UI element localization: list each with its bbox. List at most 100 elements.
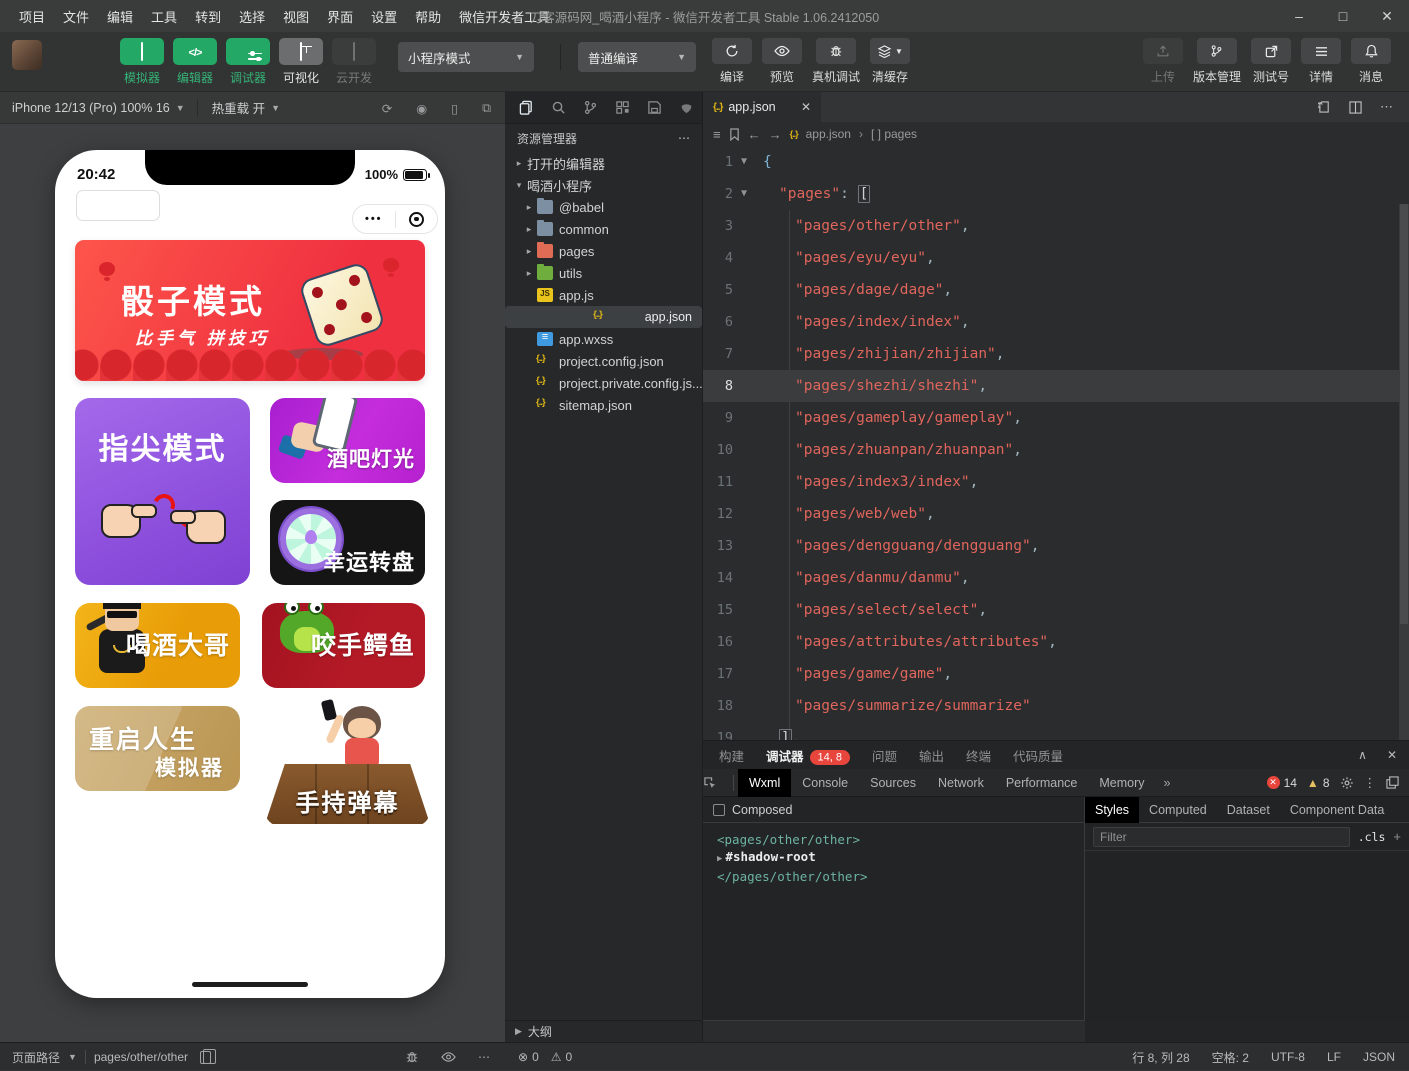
- menu-item-9[interactable]: 帮助: [406, 7, 450, 26]
- menu-item-7[interactable]: 界面: [318, 7, 362, 26]
- code-line-17[interactable]: 17 "pages/game/game",: [703, 658, 1409, 690]
- extensions-icon[interactable]: [606, 92, 638, 124]
- add-rule-icon[interactable]: +: [1393, 829, 1401, 844]
- capsule-menu[interactable]: •••: [352, 204, 438, 234]
- cursor-position[interactable]: 行 8, 列 28: [1132, 1049, 1189, 1066]
- avatar[interactable]: [12, 40, 42, 70]
- close-icon[interactable]: ✕: [1387, 748, 1397, 762]
- devtools-tab-Sources[interactable]: Sources: [859, 769, 927, 797]
- code-line-9[interactable]: 9 "pages/gameplay/gameplay",: [703, 402, 1409, 434]
- menu-item-6[interactable]: 视图: [274, 7, 318, 26]
- code-line-7[interactable]: 7 "pages/zhijian/zhijian",: [703, 338, 1409, 370]
- toggle-模拟器[interactable]: 模拟器: [120, 38, 164, 86]
- code-line-5[interactable]: 5 "pages/dage/dage",: [703, 274, 1409, 306]
- code-line-18[interactable]: 18 "pages/summarize/summarize": [703, 690, 1409, 722]
- bug-icon[interactable]: [405, 1050, 419, 1064]
- hot-reload-toggle[interactable]: 热重载 开▼: [198, 98, 294, 117]
- wxml-close-tag[interactable]: </pages/other/other>: [717, 868, 1084, 885]
- code-line-6[interactable]: 6 "pages/index/index",: [703, 306, 1409, 338]
- outline-section[interactable]: ▶ 大纲: [505, 1020, 702, 1042]
- toggle-可视化[interactable]: 可视化: [279, 38, 323, 86]
- encoding[interactable]: UTF-8: [1271, 1050, 1305, 1064]
- wxml-tree[interactable]: <pages/other/other> ▶#shadow-root </page…: [703, 823, 1084, 885]
- devtools-tab-Memory[interactable]: Memory: [1088, 769, 1155, 797]
- tree-item-打开的编辑器[interactable]: ▸ 打开的编辑器: [505, 152, 702, 174]
- minimize-button[interactable]: –: [1277, 0, 1321, 32]
- back-icon[interactable]: ←: [748, 127, 761, 142]
- debugger-tab-输出[interactable]: 输出: [919, 746, 944, 765]
- close-button[interactable]: ✕: [1365, 0, 1409, 32]
- tree-item-app.json[interactable]: app.json: [505, 306, 702, 328]
- tree-item-project.config.json[interactable]: project.config.json: [505, 350, 702, 372]
- tile-fingertip-mode[interactable]: 指尖模式: [75, 398, 250, 585]
- eye-icon[interactable]: [441, 1051, 456, 1063]
- code-line-14[interactable]: 14 "pages/danmu/danmu",: [703, 562, 1409, 594]
- close-circle-icon[interactable]: [396, 212, 438, 227]
- wxml-open-tag[interactable]: <pages/other/other>: [717, 831, 1084, 848]
- styles-tab-Dataset[interactable]: Dataset: [1217, 797, 1280, 823]
- device-select[interactable]: iPhone 12/13 (Pro) 100% 16▼: [0, 101, 197, 115]
- split-editor-icon[interactable]: [1349, 101, 1362, 114]
- code-line-12[interactable]: 12 "pages/web/web",: [703, 498, 1409, 530]
- save-icon[interactable]: [638, 92, 670, 124]
- action-真机调试[interactable]: 真机调试: [812, 38, 860, 85]
- more-icon[interactable]: ⋯: [1380, 99, 1393, 115]
- more-dots-icon[interactable]: •••: [353, 213, 395, 225]
- bookmark-icon[interactable]: [729, 128, 740, 141]
- debugger-tab-问题[interactable]: 问题: [872, 746, 897, 765]
- action-消息[interactable]: 消息: [1351, 38, 1391, 85]
- code-line-16[interactable]: 16 "pages/attributes/attributes",: [703, 626, 1409, 658]
- action-编译[interactable]: 编译: [712, 38, 752, 85]
- code-line-15[interactable]: 15 "pages/select/select",: [703, 594, 1409, 626]
- multi-window-icon[interactable]: ⧉: [482, 101, 491, 116]
- tile-drinking-boss[interactable]: 喝酒大哥: [75, 603, 240, 688]
- breadcrumb-file[interactable]: app.json: [806, 127, 851, 141]
- fold-icon[interactable]: ▼: [733, 146, 755, 178]
- tree-item-喝酒小程序[interactable]: ▾ 喝酒小程序: [505, 174, 702, 196]
- search-icon[interactable]: [543, 92, 575, 124]
- problem-counts[interactable]: ⊗ 0 ⚠ 0: [518, 1043, 572, 1071]
- mode-select[interactable]: 小程序模式▼: [398, 42, 534, 72]
- close-icon[interactable]: ✕: [801, 100, 811, 114]
- git-branch-icon[interactable]: [575, 92, 607, 124]
- menu-item-2[interactable]: 编辑: [98, 7, 142, 26]
- styles-tab-Computed[interactable]: Computed: [1139, 797, 1217, 823]
- code-line-10[interactable]: 10 "pages/zhuanpan/zhuanpan",: [703, 434, 1409, 466]
- code-line-8[interactable]: 8 "pages/shezhi/shezhi",: [703, 370, 1409, 402]
- code-line-2[interactable]: 2 ▼ "pages": [: [703, 178, 1409, 210]
- code-editor[interactable]: 1 ▼ { 2 ▼ "pages": [ 3 "pages/other/othe…: [703, 146, 1409, 740]
- files-icon[interactable]: [511, 92, 543, 124]
- tab-app-json[interactable]: {..} app.json ✕: [703, 92, 821, 122]
- action-详情[interactable]: 详情: [1301, 38, 1341, 85]
- filter-input[interactable]: [1093, 827, 1350, 847]
- tree-item-utils[interactable]: ▸ utils: [505, 262, 702, 284]
- copy-icon[interactable]: [200, 1051, 211, 1064]
- devtools-tab-Network[interactable]: Network: [927, 769, 995, 797]
- menu-item-5[interactable]: 选择: [230, 7, 274, 26]
- menu-item-8[interactable]: 设置: [362, 7, 406, 26]
- cls-toggle[interactable]: .cls: [1358, 830, 1386, 844]
- checkbox[interactable]: [713, 804, 725, 816]
- eol[interactable]: LF: [1327, 1050, 1341, 1064]
- code-line-4[interactable]: 4 "pages/eyu/eyu",: [703, 242, 1409, 274]
- code-line-1[interactable]: 1 ▼ {: [703, 146, 1409, 178]
- inspect-element-icon[interactable]: [703, 776, 733, 790]
- overflow-tabs-icon[interactable]: »: [1156, 776, 1179, 790]
- stop-record-icon[interactable]: ◉: [416, 101, 427, 116]
- action-预览[interactable]: 预览: [762, 38, 802, 85]
- build-icon[interactable]: [670, 92, 702, 124]
- styles-tab-Component Data[interactable]: Component Data: [1280, 797, 1395, 823]
- rotate-icon[interactable]: ⟳: [382, 101, 392, 116]
- indentation[interactable]: 空格: 2: [1212, 1049, 1249, 1066]
- toggle-云开发[interactable]: 云开发: [332, 38, 376, 86]
- wxml-shadow-root[interactable]: ▶#shadow-root: [717, 848, 1084, 868]
- devtools-tab-Wxml[interactable]: Wxml: [738, 769, 791, 797]
- styles-tab-Styles[interactable]: Styles: [1085, 797, 1139, 823]
- undock-icon[interactable]: [1386, 776, 1399, 789]
- more-icon[interactable]: ⋯: [678, 131, 690, 145]
- code-line-11[interactable]: 11 "pages/index3/index",: [703, 466, 1409, 498]
- code-line-3[interactable]: 3 "pages/other/other",: [703, 210, 1409, 242]
- action-版本管理[interactable]: 版本管理: [1193, 38, 1241, 85]
- settings-gear-icon[interactable]: [1340, 776, 1354, 790]
- tree-item-app.wxss[interactable]: app.wxss: [505, 328, 702, 350]
